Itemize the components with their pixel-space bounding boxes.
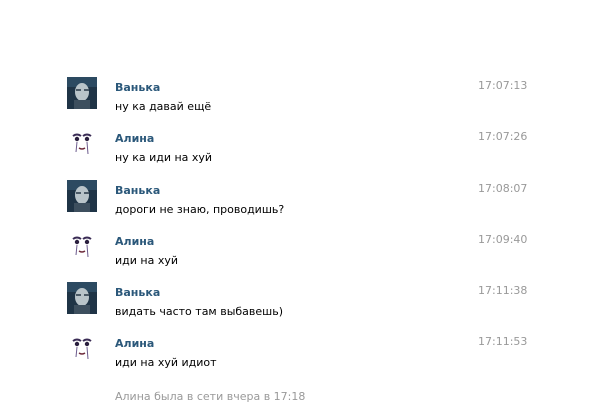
- message-time: 17:08:07: [478, 182, 528, 195]
- message-text: иди на хуй идиот: [115, 356, 217, 369]
- alina-avatar-icon: [67, 231, 97, 263]
- message-item: Алина 17:07:26 ну ка иди на хуй: [0, 128, 604, 172]
- vanka-avatar-icon: [67, 77, 97, 109]
- user-avatar[interactable]: [67, 180, 97, 212]
- message-time: 17:11:53: [478, 335, 528, 348]
- alina-avatar-icon: [67, 128, 97, 160]
- user-avatar[interactable]: [67, 231, 97, 263]
- user-avatar[interactable]: [67, 333, 97, 365]
- message-text: дороги не знаю, проводишь?: [115, 203, 285, 216]
- online-status: Алина была в сети вчера в 17:18: [115, 390, 306, 403]
- message-item: Ванька 17:08:07 дороги не знаю, проводиш…: [0, 180, 604, 224]
- message-time: 17:11:38: [478, 284, 528, 297]
- message-item: Ванька 17:11:38 видать часто там выбавеш…: [0, 282, 604, 326]
- message-item: Алина 17:11:53 иди на хуй идиот: [0, 333, 604, 377]
- user-avatar[interactable]: [67, 128, 97, 160]
- vanka-avatar-icon: [67, 180, 97, 212]
- message-text: ну ка давай ещё: [115, 100, 212, 113]
- alina-avatar-icon: [67, 333, 97, 365]
- message-author[interactable]: Ванька: [115, 81, 160, 94]
- message-author[interactable]: Алина: [115, 337, 154, 350]
- message-author[interactable]: Алина: [115, 235, 154, 248]
- message-time: 17:09:40: [478, 233, 528, 246]
- user-avatar[interactable]: [67, 77, 97, 109]
- user-avatar[interactable]: [67, 282, 97, 314]
- message-author[interactable]: Алина: [115, 132, 154, 145]
- message-author[interactable]: Ванька: [115, 286, 160, 299]
- message-time: 17:07:13: [478, 79, 528, 92]
- message-text: видать часто там выбавешь): [115, 305, 284, 318]
- vanka-avatar-icon: [67, 282, 97, 314]
- message-time: 17:07:26: [478, 130, 528, 143]
- message-item: Алина 17:09:40 иди на хуй: [0, 231, 604, 275]
- message-text: ну ка иди на хуй: [115, 151, 213, 164]
- message-item: Ванька 17:07:13 ну ка давай ещё: [0, 77, 604, 121]
- message-text: иди на хуй: [115, 254, 178, 267]
- message-author[interactable]: Ванька: [115, 184, 160, 197]
